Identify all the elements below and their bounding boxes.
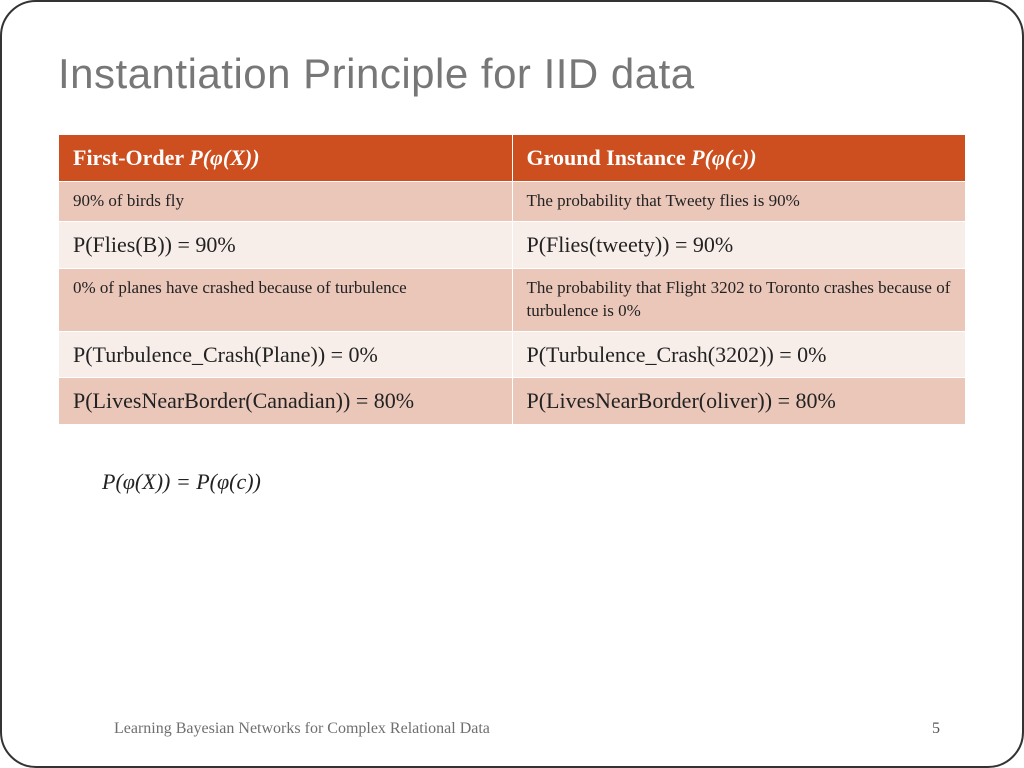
footer-source: Learning Bayesian Networks for Complex R… [114, 720, 490, 738]
slide-frame: Instantiation Principle for IID data Fir… [0, 0, 1024, 768]
header-ground-instance: Ground Instance P(φ(c)) [512, 135, 966, 182]
header-left-prefix: First-Order [73, 145, 189, 170]
cell-ground-instance: P(LivesNearBorder(oliver)) = 80% [512, 378, 966, 425]
cell-ground-instance: P(Turbulence_Crash(3202)) = 0% [512, 331, 966, 378]
cell-first-order: P(LivesNearBorder(Canadian)) = 80% [59, 378, 513, 425]
header-left-formula: P(φ(X)) [189, 145, 259, 170]
table-header-row: First-Order P(φ(X)) Ground Instance P(φ(… [59, 135, 966, 182]
page-number: 5 [932, 720, 940, 738]
cell-ground-instance: The probability that Flight 3202 to Toro… [512, 268, 966, 331]
slide-footer: Learning Bayesian Networks for Complex R… [2, 720, 1022, 738]
equation: P(φ(X)) = P(φ(c)) [102, 469, 966, 495]
table-row: 90% of birds fly The probability that Tw… [59, 182, 966, 222]
cell-first-order: 0% of planes have crashed because of tur… [59, 268, 513, 331]
page-title: Instantiation Principle for IID data [58, 50, 966, 98]
table-row: P(LivesNearBorder(Canadian)) = 80% P(Liv… [59, 378, 966, 425]
header-right-formula: P(φ(c)) [691, 145, 756, 170]
cell-ground-instance: P(Flies(tweety)) = 90% [512, 221, 966, 268]
cell-ground-instance: The probability that Tweety flies is 90% [512, 182, 966, 222]
table-row: 0% of planes have crashed because of tur… [59, 268, 966, 331]
table-row: P(Flies(B)) = 90% P(Flies(tweety)) = 90% [59, 221, 966, 268]
cell-first-order: P(Flies(B)) = 90% [59, 221, 513, 268]
header-right-prefix: Ground Instance [527, 145, 692, 170]
cell-first-order: 90% of birds fly [59, 182, 513, 222]
cell-first-order: P(Turbulence_Crash(Plane)) = 0% [59, 331, 513, 378]
table-body: 90% of birds fly The probability that Tw… [59, 182, 966, 425]
principle-table: First-Order P(φ(X)) Ground Instance P(φ(… [58, 134, 966, 425]
header-first-order: First-Order P(φ(X)) [59, 135, 513, 182]
table-row: P(Turbulence_Crash(Plane)) = 0% P(Turbul… [59, 331, 966, 378]
